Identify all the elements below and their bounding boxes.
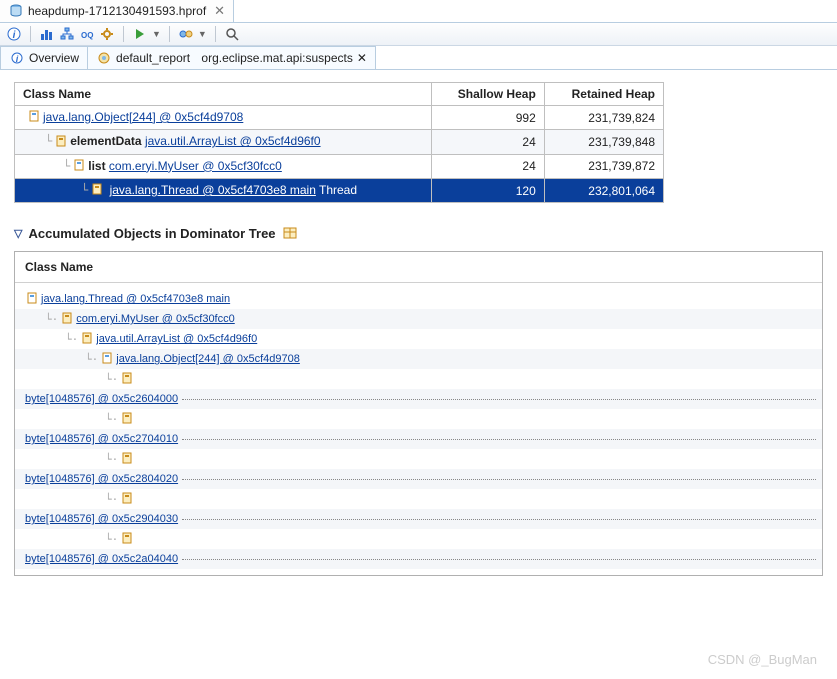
- dominator-header: Class Name: [15, 252, 822, 283]
- col-class-name: Class Name: [15, 83, 432, 106]
- table-row[interactable]: └elementData java.util.ArrayList @ 0x5cf…: [15, 130, 664, 154]
- subtab-bar: i Overview default_report org.eclipse.ma…: [0, 46, 837, 70]
- section-title-text: Accumulated Objects in Dominator Tree: [28, 226, 275, 241]
- object-link[interactable]: byte[1048576] @ 0x5c2904030: [25, 513, 178, 525]
- report-icon: [96, 50, 112, 66]
- dropdown-arrow-icon[interactable]: ▼: [152, 29, 161, 39]
- tree-row[interactable]: └·: [15, 529, 822, 549]
- file-tab-label: heapdump-1712130491593.hprof: [28, 4, 206, 18]
- histogram-icon[interactable]: [39, 26, 55, 42]
- object-link[interactable]: java.lang.Thread @ 0x5cf4703e8 main: [110, 183, 316, 197]
- object-link[interactable]: byte[1048576] @ 0x5c2704010: [25, 433, 178, 445]
- object-link[interactable]: com.eryi.MyUser @ 0x5cf30fcc0: [76, 313, 235, 325]
- toolbar: i OQL ▼ ▼: [0, 23, 837, 46]
- tree-row[interactable]: byte[1048576] @ 0x5c2704010: [15, 429, 822, 449]
- info-icon[interactable]: i: [6, 26, 22, 42]
- overview-tab[interactable]: i Overview: [0, 46, 88, 69]
- tree-row[interactable]: └·: [15, 449, 822, 469]
- table-row[interactable]: java.lang.Object[244] @ 0x5cf4d970899223…: [15, 106, 664, 130]
- info-icon: i: [9, 50, 25, 66]
- search-icon[interactable]: [224, 26, 240, 42]
- object-link[interactable]: byte[1048576] @ 0x5c2a04040: [25, 553, 178, 565]
- object-link[interactable]: byte[1048576] @ 0x5c2604000: [25, 393, 178, 405]
- section-dominator-title[interactable]: ▽ Accumulated Objects in Dominator Tree: [14, 225, 823, 241]
- object-link[interactable]: byte[1048576] @ 0x5c2804020: [25, 473, 178, 485]
- title-tab-bar: heapdump-1712130491593.hprof ✕: [0, 0, 837, 23]
- col-shallow-heap: Shallow Heap: [431, 83, 544, 106]
- report-tab-right: org.eclipse.mat.api:suspects: [201, 51, 352, 65]
- tree-row[interactable]: java.lang.Thread @ 0x5cf4703e8 main: [15, 289, 822, 309]
- table-row[interactable]: └ java.lang.Thread @ 0x5cf4703e8 main Th…: [15, 178, 664, 202]
- svg-text:i: i: [13, 30, 16, 41]
- tree-row[interactable]: byte[1048576] @ 0x5c2604000: [15, 389, 822, 409]
- object-link[interactable]: com.eryi.MyUser @ 0x5cf30fcc0: [109, 159, 282, 173]
- tree-row[interactable]: └·java.lang.Object[244] @ 0x5cf4d9708: [15, 349, 822, 369]
- close-tab-icon[interactable]: ✕: [214, 3, 225, 19]
- close-tab-icon[interactable]: ✕: [357, 51, 367, 65]
- file-tab[interactable]: heapdump-1712130491593.hprof ✕: [0, 0, 234, 22]
- report-tab-left: default_report: [116, 51, 190, 65]
- table-icon: [282, 225, 298, 241]
- report-tab[interactable]: default_report org.eclipse.mat.api:suspe…: [87, 46, 376, 69]
- run-icon[interactable]: [132, 26, 148, 42]
- tree-row[interactable]: └·: [15, 489, 822, 509]
- tree-row[interactable]: byte[1048576] @ 0x5c2a04040: [15, 549, 822, 569]
- object-link[interactable]: java.util.ArrayList @ 0x5cf4d96f0: [96, 333, 257, 345]
- oql-icon[interactable]: OQL: [79, 26, 95, 42]
- tree-row[interactable]: └·: [15, 409, 822, 429]
- heap-table: Class Name Shallow Heap Retained Heap ja…: [14, 82, 664, 203]
- overview-tab-label: Overview: [29, 51, 79, 65]
- object-link[interactable]: java.lang.Object[244] @ 0x5cf4d9708: [43, 110, 243, 124]
- object-link[interactable]: java.lang.Thread @ 0x5cf4703e8 main: [41, 293, 230, 305]
- dropdown-arrow-icon[interactable]: ▼: [198, 29, 207, 39]
- tree-row[interactable]: └·java.util.ArrayList @ 0x5cf4d96f0: [15, 329, 822, 349]
- watermark-text: CSDN @_BugMan: [708, 652, 817, 667]
- col-retained-heap: Retained Heap: [544, 83, 663, 106]
- tree-row[interactable]: └·com.eryi.MyUser @ 0x5cf30fcc0: [15, 309, 822, 329]
- table-row[interactable]: └list com.eryi.MyUser @ 0x5cf30fcc024231…: [15, 154, 664, 178]
- table-header-row: Class Name Shallow Heap Retained Heap: [15, 83, 664, 106]
- tree-icon[interactable]: [59, 26, 75, 42]
- object-link[interactable]: java.lang.Object[244] @ 0x5cf4d9708: [116, 353, 300, 365]
- compare-icon[interactable]: [178, 26, 194, 42]
- tree-row[interactable]: byte[1048576] @ 0x5c2904030: [15, 509, 822, 529]
- tree-row[interactable]: └·: [15, 369, 822, 389]
- expand-triangle-icon[interactable]: ▽: [14, 227, 22, 240]
- svg-text:OQL: OQL: [81, 31, 94, 40]
- object-link[interactable]: java.util.ArrayList @ 0x5cf4d96f0: [145, 134, 321, 148]
- gear-icon[interactable]: [99, 26, 115, 42]
- database-icon: [8, 3, 24, 19]
- tree-row[interactable]: byte[1048576] @ 0x5c2804020: [15, 469, 822, 489]
- dominator-panel: Class Name java.lang.Thread @ 0x5cf4703e…: [14, 251, 823, 576]
